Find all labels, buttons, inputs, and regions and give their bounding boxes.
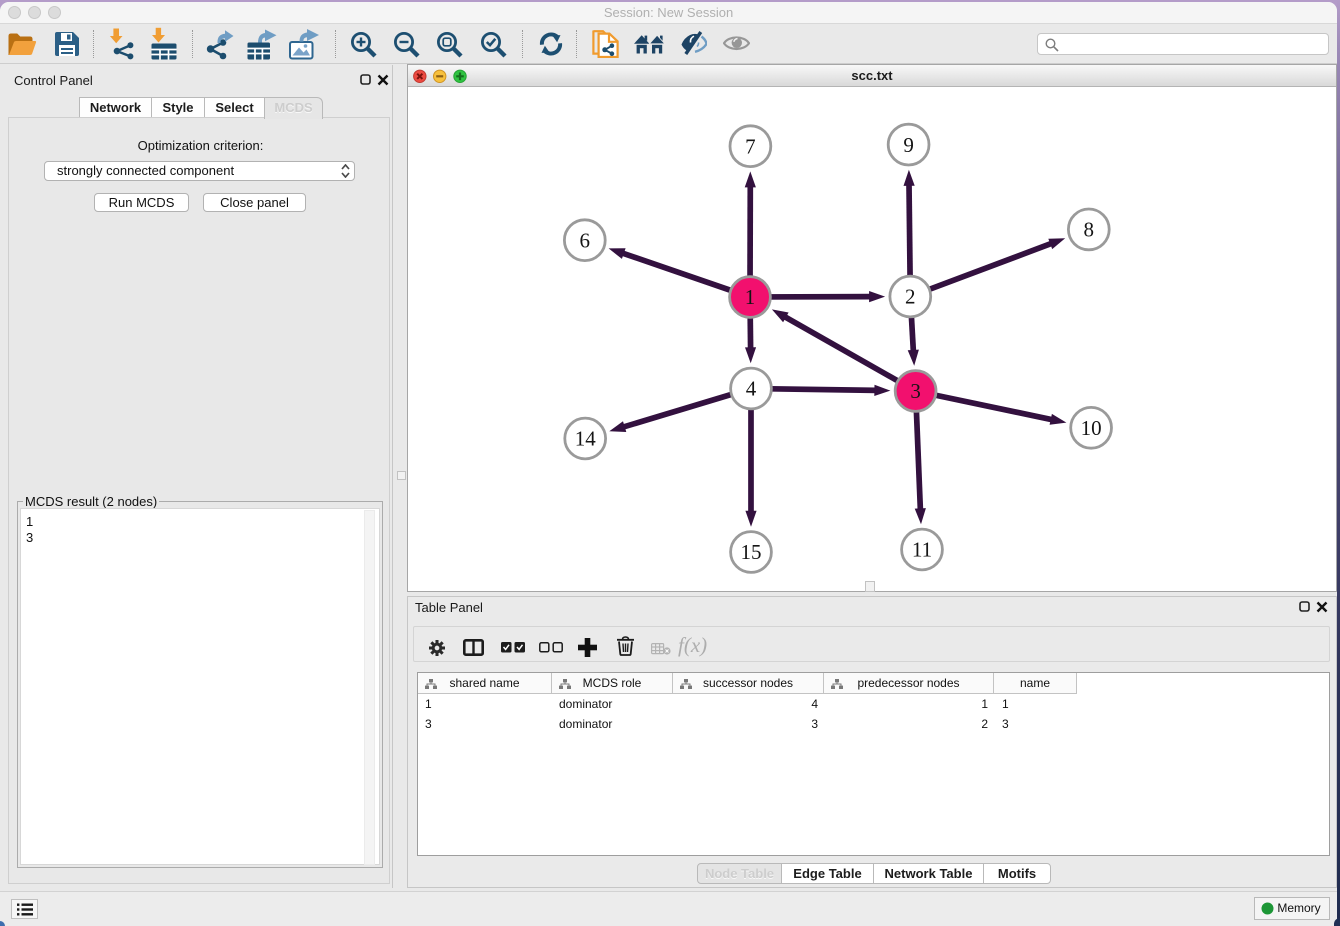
svg-text:9: 9 (903, 133, 914, 157)
svg-text:6: 6 (580, 228, 591, 252)
svg-text:3: 3 (910, 379, 921, 403)
svg-text:11: 11 (912, 538, 932, 562)
svg-text:2: 2 (905, 285, 916, 309)
svg-text:4: 4 (746, 377, 757, 401)
svg-text:1: 1 (745, 285, 756, 309)
svg-text:10: 10 (1081, 416, 1102, 440)
svg-text:7: 7 (745, 134, 756, 158)
svg-text:8: 8 (1084, 218, 1095, 242)
svg-text:15: 15 (741, 540, 762, 564)
svg-text:14: 14 (575, 427, 597, 451)
